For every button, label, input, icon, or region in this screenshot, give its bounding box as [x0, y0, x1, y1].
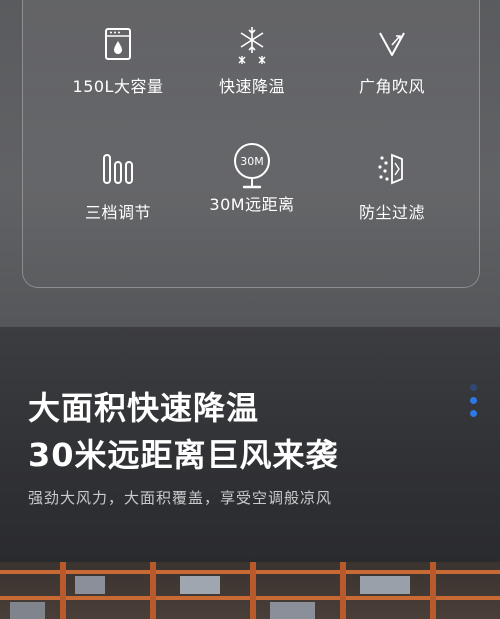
hero-title-line2: 30米远距离巨风来袭 — [28, 436, 339, 474]
feature-fast-cooling: 快速降温 — [192, 23, 312, 97]
three-gear-icon — [103, 154, 133, 184]
pager-dot-active[interactable] — [470, 397, 477, 404]
snowflake-icon — [238, 27, 266, 64]
dust-filter-icon — [378, 153, 403, 185]
feature-label: 三档调节 — [84, 203, 151, 222]
feature-wide-angle: 广角吹风 — [332, 23, 452, 97]
feature-label: 广角吹风 — [358, 77, 425, 96]
fan-30m-icon-text: 30M — [240, 155, 264, 168]
feature-label: 30M远距离 — [209, 195, 295, 214]
feature-three-gear: 三档调节 — [58, 149, 178, 223]
washer-icon — [105, 28, 131, 60]
carousel-pager — [470, 384, 478, 423]
wide-angle-icon — [379, 32, 405, 56]
feature-long-range: 30M 30M远距离 — [192, 141, 312, 215]
hero-subtitle: 强劲大风力，大面积覆盖，享受空调般凉风 — [28, 489, 333, 507]
hero-title-line1: 大面积快速降温 — [28, 389, 260, 427]
warehouse-photo — [0, 562, 500, 619]
feature-label: 防尘过滤 — [358, 203, 425, 222]
feature-panel: 150L大容量 快速降温 广角吹风 三档调节 30M 30M远距离 防尘过滤 — [22, 0, 480, 288]
feature-label: 150L大容量 — [72, 77, 164, 96]
pager-dot[interactable] — [470, 384, 477, 391]
pager-dot-active[interactable] — [470, 410, 477, 417]
fan-30m-icon: 30M — [234, 143, 270, 189]
feature-capacity: 150L大容量 — [58, 23, 178, 97]
feature-label: 快速降温 — [218, 77, 285, 96]
feature-dust-filter: 防尘过滤 — [332, 149, 452, 223]
